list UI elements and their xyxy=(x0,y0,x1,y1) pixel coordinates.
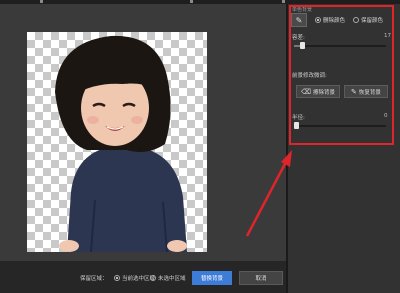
image-canvas[interactable] xyxy=(0,4,286,261)
unselected-region-label: 未选中区域 xyxy=(158,276,186,282)
cutout-preview xyxy=(27,32,207,252)
radio-icon xyxy=(150,275,156,281)
toolbar-marker xyxy=(282,0,285,3)
highlight-annotation-box xyxy=(289,5,394,145)
keep-region-label: 保留区域： xyxy=(80,276,108,282)
toolbar-marker xyxy=(190,0,193,3)
current-selection-option[interactable]: 当前选中区域 xyxy=(114,274,155,282)
radio-icon xyxy=(114,275,120,281)
cancel-button[interactable]: 取消 xyxy=(239,271,283,285)
toolbar-marker xyxy=(40,0,43,3)
unselected-region-option[interactable]: 未选中区域 xyxy=(150,274,186,282)
replace-background-button[interactable]: 替换背景 xyxy=(192,271,232,285)
child-photo xyxy=(55,35,187,252)
